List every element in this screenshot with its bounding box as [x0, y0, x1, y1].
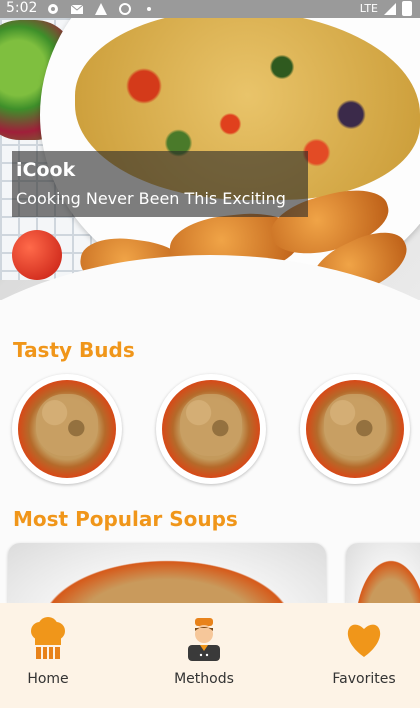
soup-image [162, 380, 260, 478]
app-title: iCook [16, 159, 76, 181]
status-right: LTE [360, 1, 412, 16]
nav-methods[interactable]: Methods [149, 603, 259, 708]
mail-icon [70, 4, 84, 14]
sync-icon [119, 3, 131, 15]
hero-caption: iCook Cooking Never Been This Exciting [12, 151, 308, 217]
bottom-navigation: Home Methods Favorites [0, 603, 420, 708]
network-label: LTE [359, 2, 378, 15]
signal-icon [384, 2, 396, 15]
battery-icon [402, 1, 412, 16]
nav-favorites[interactable]: Favorites [309, 603, 419, 708]
section-title-popular-soups: Most Popular Soups [13, 507, 238, 531]
status-bar: 5:02 LTE [0, 0, 420, 18]
status-time: 5:02 [6, 0, 38, 16]
warning-icon [95, 3, 107, 15]
dot-icon [147, 7, 151, 11]
chef-hat-icon [31, 617, 65, 659]
tomato-image [12, 230, 62, 280]
soup-image [18, 380, 116, 478]
hero-banner [0, 0, 420, 300]
soup-image [306, 380, 404, 478]
nav-favorites-label: Favorites [332, 671, 396, 687]
tasty-bud-item[interactable] [156, 374, 266, 484]
settings-icon [48, 4, 58, 14]
tasty-bud-item[interactable] [12, 374, 122, 484]
status-icons [46, 2, 156, 16]
nav-home-label: Home [27, 671, 69, 687]
heart-icon [347, 624, 381, 657]
app-tagline: Cooking Never Been This Exciting [16, 189, 286, 208]
nav-methods-label: Methods [174, 671, 234, 687]
tasty-bud-item[interactable] [300, 374, 410, 484]
nav-home[interactable]: Home [0, 603, 103, 708]
chef-icon [188, 618, 220, 661]
section-title-tasty-buds: Tasty Buds [13, 338, 135, 362]
